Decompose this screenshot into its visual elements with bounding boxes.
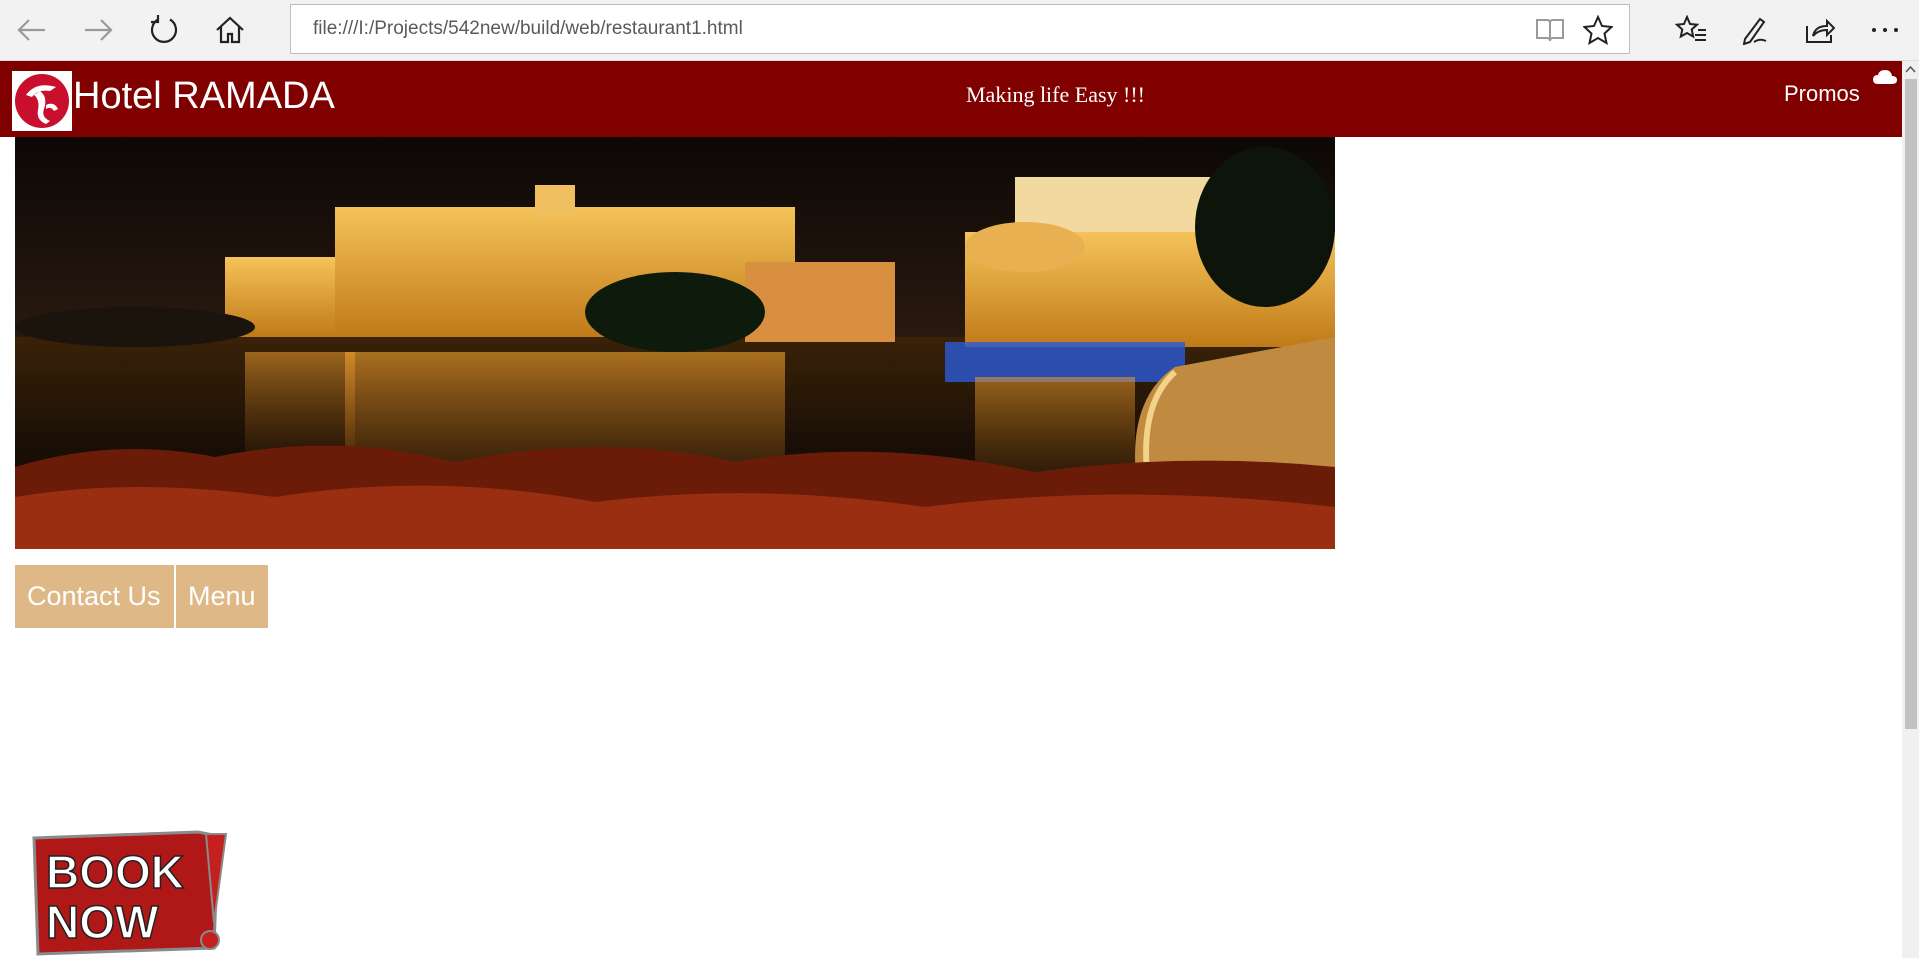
hotel-name: Hotel RAMADA — [73, 75, 335, 117]
site-header: Hotel RAMADA Making life Easy !!! Promos — [0, 61, 1902, 137]
scroll-thumb[interactable] — [1905, 79, 1917, 729]
back-arrow-icon — [17, 19, 45, 41]
more-icon — [1872, 28, 1898, 32]
tagline: Making life Easy !!! — [966, 82, 1145, 107]
promos-link[interactable]: Promos — [1784, 81, 1860, 107]
cloud-icon — [1873, 70, 1897, 84]
refresh-icon — [150, 15, 178, 43]
book-now-line1: BOOK — [46, 846, 184, 898]
book-now-line2: NOW — [46, 896, 159, 948]
share-icon — [1806, 18, 1835, 43]
scroll-up-arrow-icon[interactable] — [1905, 65, 1916, 73]
page-scrollbar[interactable] — [1902, 61, 1919, 958]
favorites-button[interactable] — [1669, 8, 1713, 52]
menu-button[interactable]: Menu — [176, 565, 268, 628]
forward-arrow-icon — [85, 19, 113, 41]
forward-button[interactable] — [76, 8, 120, 52]
refresh-button[interactable] — [142, 8, 186, 52]
contact-us-button[interactable]: Contact Us — [15, 565, 174, 628]
url-text[interactable]: file:///I:/Projects/542new/build/web/res… — [313, 5, 743, 53]
favorites-list-icon — [1675, 15, 1706, 41]
book-now-button[interactable]: BOOK NOW — [28, 828, 230, 958]
hotel-logo[interactable] — [12, 71, 72, 131]
favorite-star-icon — [1583, 15, 1613, 45]
back-button[interactable] — [10, 8, 54, 52]
address-bar[interactable]: file:///I:/Projects/542new/build/web/res… — [290, 4, 1630, 54]
ramada-logo-icon — [15, 74, 69, 128]
pen-icon — [1742, 17, 1767, 45]
page-viewport: Hotel RAMADA Making life Easy !!! Promos — [0, 61, 1902, 958]
browser-toolbar: file:///I:/Projects/542new/build/web/res… — [0, 0, 1919, 61]
add-favorite-button[interactable] — [1583, 15, 1613, 45]
reading-view-icon — [1536, 19, 1564, 42]
notes-button[interactable] — [1733, 8, 1777, 52]
share-button[interactable] — [1797, 8, 1841, 52]
nav-buttons: Contact Us Menu — [15, 565, 270, 628]
more-button[interactable] — [1863, 8, 1907, 52]
home-button[interactable] — [208, 8, 252, 52]
reading-view-button[interactable] — [1535, 15, 1565, 45]
home-icon — [216, 16, 244, 44]
hero-banner-image — [15, 137, 1335, 549]
